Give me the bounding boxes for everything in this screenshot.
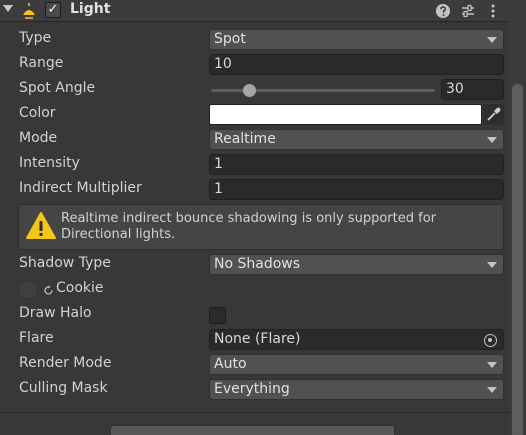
shadow-type-label: Shadow Type xyxy=(19,255,111,271)
shadow-type-value: No Shadows xyxy=(214,256,301,272)
color-swatch[interactable] xyxy=(209,104,482,125)
render-mode-row: Render Mode Auto xyxy=(0,353,510,378)
cookie-label: Cookie xyxy=(56,280,104,296)
spot-angle-slider-thumb[interactable] xyxy=(242,84,256,97)
flare-value: None (Flare) xyxy=(214,331,301,347)
culling-mask-dropdown[interactable]: Everything xyxy=(209,379,504,400)
culling-mask-value: Everything xyxy=(214,381,290,397)
component-header[interactable]: ✓ Light xyxy=(0,0,510,22)
mode-label: Mode xyxy=(19,130,58,146)
range-row: Range 10 xyxy=(0,53,510,78)
warning-text: Realtime indirect bounce shadowing is on… xyxy=(61,211,437,242)
cookie-toggle[interactable] xyxy=(19,281,37,299)
inspector-scrollbar[interactable] xyxy=(510,0,526,435)
spot-angle-label: Spot Angle xyxy=(19,80,96,96)
intensity-label: Intensity xyxy=(19,155,80,171)
range-label: Range xyxy=(19,55,64,71)
type-label: Type xyxy=(19,30,52,46)
more-icon[interactable] xyxy=(485,3,501,19)
warning-help-box: Realtime indirect bounce shadowing is on… xyxy=(18,204,504,250)
type-dropdown[interactable]: Spot xyxy=(209,29,504,50)
object-picker-icon[interactable] xyxy=(484,334,497,347)
range-input[interactable]: 10 xyxy=(209,54,504,75)
cookie-row: Cookie xyxy=(0,278,510,303)
dropdown-arrow-icon xyxy=(487,362,497,368)
warning-icon xyxy=(26,212,56,239)
culling-mask-row: Culling Mask Everything xyxy=(0,378,510,403)
type-value: Spot xyxy=(214,31,246,47)
dropdown-arrow-icon xyxy=(487,37,497,43)
culling-mask-label: Culling Mask xyxy=(19,380,108,396)
intensity-input[interactable]: 1 xyxy=(209,154,504,175)
draw-halo-checkbox[interactable] xyxy=(209,307,226,324)
indirect-multiplier-label: Indirect Multiplier xyxy=(19,180,142,196)
mode-value: Realtime xyxy=(214,131,276,147)
light-component-icon xyxy=(23,3,35,19)
indirect-multiplier-input[interactable]: 1 xyxy=(209,179,504,200)
flare-object-field[interactable]: None (Flare) xyxy=(209,329,504,350)
draw-halo-label: Draw Halo xyxy=(19,305,92,321)
type-row: Type Spot xyxy=(0,28,510,53)
dropdown-arrow-icon xyxy=(487,137,497,143)
component-enabled-checkbox[interactable]: ✓ xyxy=(45,2,61,18)
dropdown-arrow-icon xyxy=(487,387,497,393)
add-component-button[interactable] xyxy=(110,425,395,435)
flare-label: Flare xyxy=(19,330,54,346)
eyedropper-button[interactable] xyxy=(483,104,504,125)
scrollbar-thumb[interactable] xyxy=(512,84,523,435)
foldout-arrow-icon[interactable] xyxy=(3,5,13,12)
help-icon[interactable] xyxy=(435,3,451,19)
dropdown-arrow-icon xyxy=(487,262,497,268)
color-row: Color xyxy=(0,103,510,128)
shadow-type-dropdown[interactable]: No Shadows xyxy=(209,254,504,275)
spot-angle-row: Spot Angle 30 xyxy=(0,78,510,103)
component-divider xyxy=(0,412,510,413)
render-mode-dropdown[interactable]: Auto xyxy=(209,354,504,375)
render-mode-label: Render Mode xyxy=(19,355,112,371)
indirect-multiplier-row: Indirect Multiplier 1 xyxy=(0,178,510,203)
render-mode-value: Auto xyxy=(214,356,247,372)
mode-row: Mode Realtime xyxy=(0,128,510,153)
draw-halo-row: Draw Halo xyxy=(0,303,510,328)
mode-dropdown[interactable]: Realtime xyxy=(209,129,504,150)
cookie-refresh-icon xyxy=(44,285,53,295)
component-title: Light xyxy=(70,1,111,17)
intensity-row: Intensity 1 xyxy=(0,153,510,178)
flare-row: Flare None (Flare) xyxy=(0,328,510,353)
color-label: Color xyxy=(19,105,56,121)
spot-angle-input[interactable]: 30 xyxy=(441,79,504,100)
preset-icon[interactable] xyxy=(460,3,476,19)
eyedropper-icon xyxy=(487,107,501,121)
shadow-type-row: Shadow Type No Shadows xyxy=(0,253,510,278)
